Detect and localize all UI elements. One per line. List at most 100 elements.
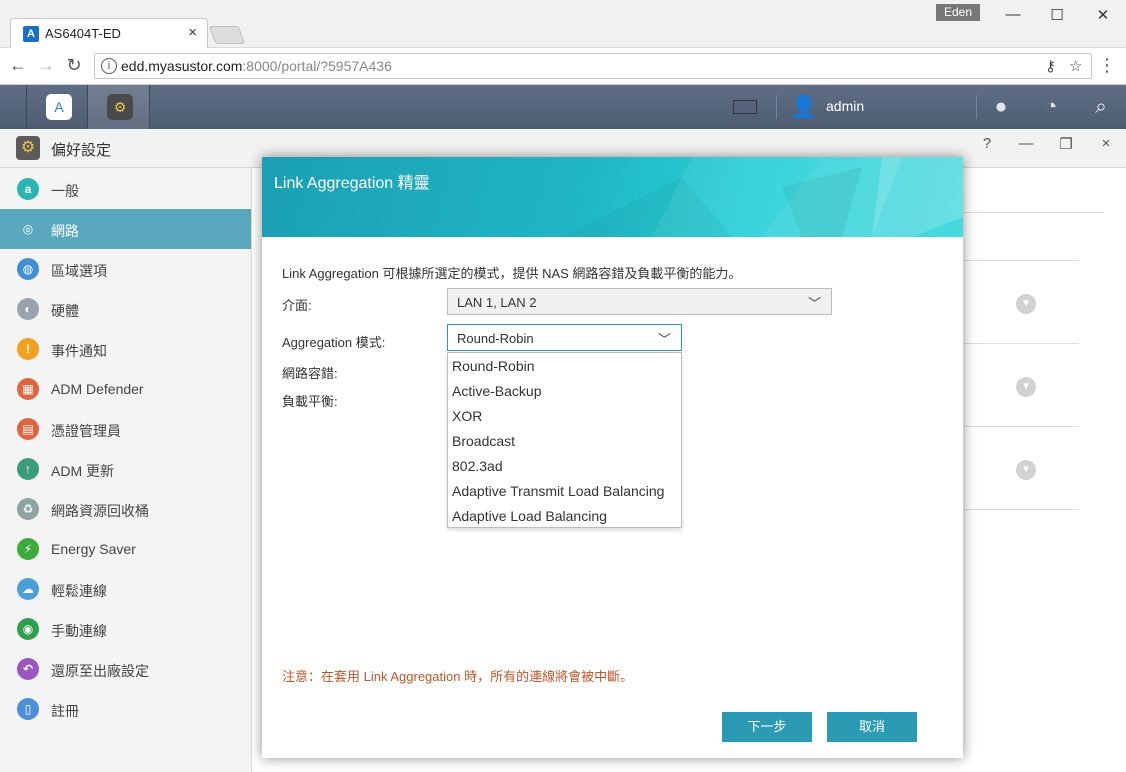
restore-icon: ↶ <box>17 658 39 680</box>
recycle-bin-icon: ♻ <box>17 498 39 520</box>
sidebar-item-label: 手動連線 <box>51 623 107 639</box>
sidebar-item[interactable]: ▤ 憑證管理員 <box>0 409 251 449</box>
cancel-button[interactable]: 取消 <box>827 712 917 742</box>
keyboard-icon[interactable] <box>733 100 757 114</box>
register-icon: ▯ <box>17 698 39 720</box>
sidebar-item[interactable]: ▦ ADM Defender <box>0 369 251 409</box>
browser-tab-strip: A AS6404T-ED × Eden — ☐ ✕ <box>0 0 1126 48</box>
browser-tab[interactable]: A AS6404T-ED × <box>10 18 208 48</box>
certificate-icon: ▤ <box>17 418 39 440</box>
wizard-description: Link Aggregation 可根據所選定的模式，提供 NAS 網路容錯及負… <box>282 266 742 281</box>
app-central-button[interactable]: A <box>26 85 88 129</box>
mode-option[interactable]: XOR <box>448 404 681 429</box>
expand-chevron-icon[interactable]: ▼ <box>1016 294 1036 314</box>
maximize-icon[interactable]: ☐ <box>1042 6 1072 24</box>
sidebar-item-label: 憑證管理員 <box>51 423 121 439</box>
minimize-window-icon[interactable]: — <box>1015 135 1037 152</box>
profile-badge[interactable]: Eden <box>936 4 981 21</box>
sidebar-item-label: 一般 <box>51 183 79 199</box>
sidebar-item[interactable]: ↑ ADM 更新 <box>0 449 251 489</box>
sidebar-item-label: 網路資源回收桶 <box>51 503 149 519</box>
user-icon[interactable]: 👤 <box>790 94 817 120</box>
globe-icon: ◍ <box>17 258 39 280</box>
new-tab-button[interactable] <box>208 26 246 44</box>
sidebar-item[interactable]: ◍ 區域選項 <box>0 249 251 289</box>
sidebar-item[interactable]: ! 事件通知 <box>0 329 251 369</box>
divider <box>776 95 777 119</box>
sidebar-item-label: Energy Saver <box>51 541 136 557</box>
address-bar: ← → ↻ i edd.myasustor.com:8000/portal/?5… <box>0 48 1126 85</box>
username[interactable]: admin <box>826 98 864 114</box>
sidebar-item[interactable]: a 一般 <box>0 169 251 209</box>
alert-icon: ! <box>17 338 39 360</box>
url-text: edd.myasustor.com:8000/portal/?5957A436 <box>121 58 392 74</box>
sidebar-item-label: 還原至出廠設定 <box>51 663 149 679</box>
mode-label: Aggregation 模式: <box>282 335 386 350</box>
adm-taskbar: A ⚙ 👤 admin ● ◔ ⌕ <box>0 85 1126 129</box>
chevron-down-icon: ﹀ <box>657 332 671 347</box>
notification-icon[interactable]: ● <box>987 93 1015 121</box>
app-central-icon: A <box>46 94 72 120</box>
sidebar-item[interactable]: ◐ 硬體 <box>0 289 251 329</box>
url-input[interactable]: i edd.myasustor.com:8000/portal/?5957A43… <box>94 53 1092 79</box>
sidebar-item[interactable]: ⚡ Energy Saver <box>0 529 251 569</box>
interface-select[interactable]: LAN 1, LAN 2 ﹀ <box>447 288 832 315</box>
update-icon: ↑ <box>17 458 39 480</box>
sidebar-item-label: 區域選項 <box>51 263 107 279</box>
mode-option[interactable]: Active-Backup <box>448 379 681 404</box>
mode-option[interactable]: 802.3ad <box>448 454 681 479</box>
tab-title: AS6404T-ED <box>45 26 121 41</box>
expand-chevron-icon[interactable]: ▼ <box>1016 460 1036 480</box>
back-icon[interactable]: ← <box>6 55 30 76</box>
mode-option[interactable]: Broadcast <box>448 429 681 454</box>
link-aggregation-wizard: Link Aggregation 精靈 Link Aggregation 可根據… <box>262 157 963 758</box>
firewall-icon: ▦ <box>17 378 39 400</box>
manual-connect-icon: ◉ <box>17 618 39 640</box>
menu-icon[interactable]: ⋮ <box>1098 55 1116 76</box>
close-icon[interactable]: ✕ <box>1088 6 1118 24</box>
sidebar-item-label: 網路 <box>51 223 79 239</box>
preferences-icon: ⚙ <box>107 94 133 120</box>
hardware-icon: ◐ <box>17 298 39 320</box>
star-icon[interactable]: ☆ <box>1069 57 1082 75</box>
minimize-icon[interactable]: — <box>998 6 1028 23</box>
close-window-icon[interactable]: × <box>1095 135 1117 152</box>
mode-value: Round-Robin <box>457 331 534 346</box>
sidebar-item[interactable]: ♻ 網路資源回收桶 <box>0 489 251 529</box>
sidebar-item[interactable]: ◉ 手動連線 <box>0 609 251 649</box>
sidebar-item-label: 註冊 <box>51 703 79 719</box>
wizard-title: Link Aggregation 精靈 <box>274 175 430 192</box>
cloud-connect-icon: ☁ <box>17 578 39 600</box>
next-button[interactable]: 下一步 <box>722 712 812 742</box>
expand-chevron-icon[interactable]: ▼ <box>1016 377 1036 397</box>
mode-option[interactable]: Adaptive Load Balancing <box>448 504 681 529</box>
mode-option[interactable]: Round-Robin <box>448 354 681 379</box>
asustor-favicon-icon: A <box>23 26 39 42</box>
chevron-down-icon: ﹀ <box>807 296 821 311</box>
sidebar-item[interactable]: ☁ 輕鬆連線 <box>0 569 251 609</box>
help-icon[interactable]: ? <box>976 135 998 152</box>
network-icon: ◎ <box>17 218 39 240</box>
mode-option[interactable]: Adaptive Transmit Load Balancing <box>448 479 681 504</box>
sidebar-item[interactable]: ◎ 網路 <box>0 209 251 249</box>
sidebar-item[interactable]: ↶ 還原至出廠設定 <box>0 649 251 689</box>
aggregation-mode-select[interactable]: Round-Robin ﹀ <box>447 324 682 351</box>
dashboard-icon[interactable]: ◔ <box>1037 93 1065 121</box>
info-icon[interactable]: i <box>101 58 117 74</box>
reload-icon[interactable]: ↻ <box>62 55 86 76</box>
restore-window-icon[interactable]: ❐ <box>1055 135 1077 153</box>
general-icon: a <box>17 178 39 200</box>
settings-sidebar: a 一般 ◎ 網路 ◍ 區域選項 ◐ 硬體! 事件通知 ▦ ADM Defender ▤ 憑證管理員 ↑ A… <box>0 168 252 772</box>
forward-icon[interactable]: → <box>34 55 58 76</box>
energy-icon: ⚡ <box>17 538 39 560</box>
preferences-taskbar-button[interactable]: ⚙ <box>88 85 150 129</box>
window-title: 偏好設定 <box>51 142 112 159</box>
key-icon[interactable]: ⚷ <box>1045 57 1056 75</box>
fault-tolerance-label: 網路容錯: <box>282 366 338 381</box>
preferences-icon: ⚙ <box>16 136 40 160</box>
search-icon[interactable]: ⌕ <box>1087 93 1115 121</box>
sidebar-item[interactable]: ▯ 註冊 <box>0 689 251 729</box>
sidebar-item-label: ADM Defender <box>51 381 144 397</box>
wizard-header: Link Aggregation 精靈 <box>262 157 963 237</box>
tab-close-icon[interactable]: × <box>188 24 197 41</box>
